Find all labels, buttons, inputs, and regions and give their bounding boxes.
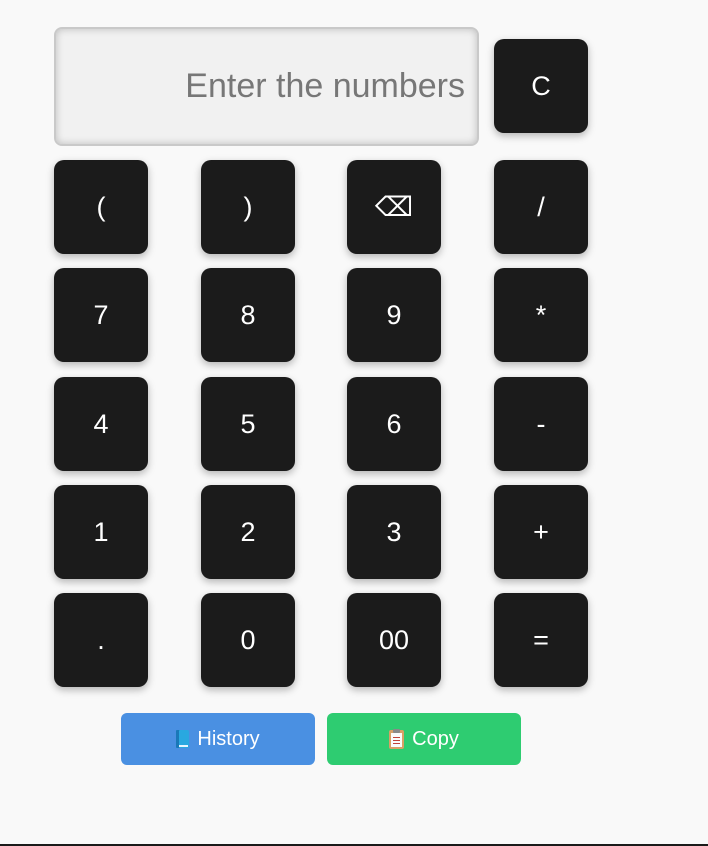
open-paren-button[interactable]: ( (54, 160, 148, 254)
double-zero-button[interactable]: 00 (347, 593, 441, 687)
clear-button[interactable]: C (494, 39, 588, 133)
digit-1-button[interactable]: 1 (54, 485, 148, 579)
digit-6-button[interactable]: 6 (347, 377, 441, 471)
multiply-button[interactable]: * (494, 268, 588, 362)
backspace-button[interactable]: ⌫ (347, 160, 441, 254)
digit-2-button[interactable]: 2 (201, 485, 295, 579)
copy-button[interactable]: Copy (327, 713, 521, 765)
decimal-button[interactable]: . (54, 593, 148, 687)
add-button[interactable]: + (494, 485, 588, 579)
calculator-page: C ( ) ⌫ / 7 8 9 * 4 5 6 - 1 2 3 + . 0 00… (0, 0, 708, 846)
digit-8-button[interactable]: 8 (201, 268, 295, 362)
equals-button[interactable]: = (494, 593, 588, 687)
digit-0-button[interactable]: 0 (201, 593, 295, 687)
digit-5-button[interactable]: 5 (201, 377, 295, 471)
copy-label: Copy (412, 727, 459, 750)
digit-3-button[interactable]: 3 (347, 485, 441, 579)
book-icon (176, 730, 190, 748)
clipboard-icon (389, 728, 405, 749)
divide-button[interactable]: / (494, 160, 588, 254)
history-label: History (197, 727, 260, 750)
digit-4-button[interactable]: 4 (54, 377, 148, 471)
digit-7-button[interactable]: 7 (54, 268, 148, 362)
history-button[interactable]: History (121, 713, 315, 765)
close-paren-button[interactable]: ) (201, 160, 295, 254)
expression-input[interactable] (54, 27, 479, 146)
subtract-button[interactable]: - (494, 377, 588, 471)
digit-9-button[interactable]: 9 (347, 268, 441, 362)
